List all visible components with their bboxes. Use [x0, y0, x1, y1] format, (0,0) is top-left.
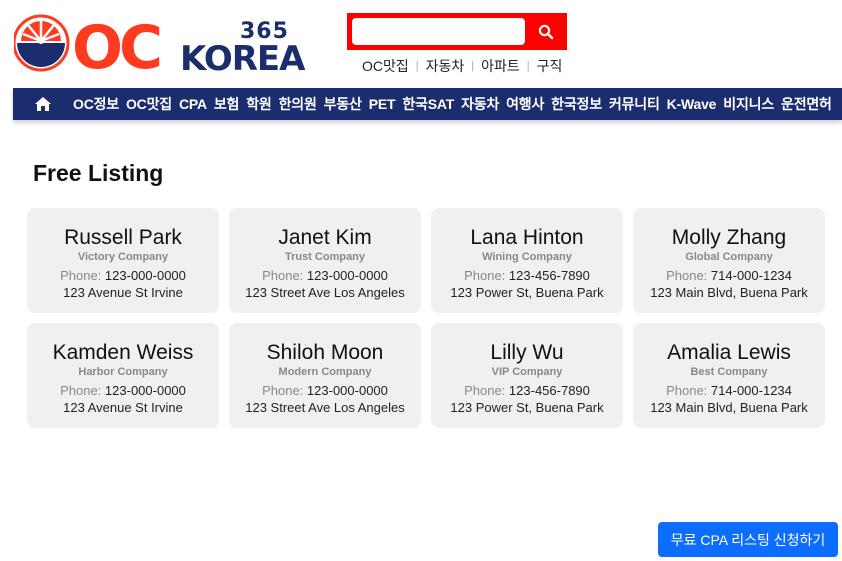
divider: | — [415, 60, 419, 72]
svg-text:KOREA: KOREA — [180, 39, 306, 74]
listing-address: 123 Main Blvd, Buena Park — [650, 285, 808, 300]
listing-name: Lilly Wu — [490, 341, 564, 364]
page: OC 365 KOREA OC맛집 | 자동차 | 아파트 | 구직 OC정보 … — [0, 0, 842, 561]
listing-card[interactable]: Shiloh Moon Modern Company Phone: 123-00… — [229, 323, 421, 428]
listing-phone: Phone: 123-456-7890 — [464, 382, 590, 399]
phone-number: 123-000-0000 — [104, 268, 186, 283]
nav-item-pet[interactable]: PET — [369, 96, 396, 112]
listing-name: Russell Park — [64, 226, 182, 249]
quick-link-jobs[interactable]: 구직 — [537, 56, 563, 76]
listing-company: Trust Company — [284, 251, 366, 263]
listing-name: Molly Zhang — [671, 226, 787, 249]
listing-card[interactable]: Russell Park Victory Company Phone: 123-… — [27, 208, 219, 313]
listing-phone: Phone: 714-000-1234 — [666, 267, 792, 284]
listing-address: 123 Street Ave Los Angeles — [245, 400, 405, 415]
phone-label: Phone: — [60, 268, 102, 283]
listing-company: Wining Company — [482, 251, 572, 263]
nav-item-oc-matjip[interactable]: OC맛집 — [126, 94, 172, 114]
listing-card[interactable]: Amalia Lewis Best Company Phone: 714-000… — [633, 323, 825, 428]
listing-phone: Phone: 123-000-0000 — [60, 382, 186, 399]
nav-item-academy[interactable]: 학원 — [246, 94, 272, 114]
divider: | — [526, 60, 530, 72]
phone-number: 123-000-0000 — [306, 383, 388, 398]
listing-card[interactable]: Kamden Weiss Harbor Company Phone: 123-0… — [27, 323, 219, 428]
listing-company: Modern Company — [278, 366, 372, 378]
listing-address: 123 Power St, Buena Park — [450, 400, 604, 415]
free-cpa-listing-request-button[interactable]: 무료 CPA 리스팅 신청하기 — [658, 522, 838, 557]
listing-company: Global Company — [685, 251, 773, 263]
divider: | — [471, 60, 475, 72]
phone-number: 123-456-7890 — [508, 268, 590, 283]
phone-number: 714-000-1234 — [710, 268, 792, 283]
phone-label: Phone: — [262, 268, 304, 283]
nav-item-real-estate[interactable]: 부동산 — [324, 94, 362, 114]
listing-card[interactable]: Lilly Wu VIP Company Phone: 123-456-7890… — [431, 323, 623, 428]
phone-label: Phone: — [60, 383, 102, 398]
phone-number: 123-456-7890 — [508, 383, 590, 398]
listing-address: 123 Avenue St Irvine — [63, 285, 183, 300]
nav-item-korea-sat[interactable]: 한국SAT — [402, 94, 454, 114]
search-button[interactable] — [525, 13, 567, 50]
quick-link-apartment[interactable]: 아파트 — [481, 56, 520, 76]
phone-label: Phone: — [666, 268, 708, 283]
phone-number: 123-000-0000 — [104, 383, 186, 398]
nav-item-community[interactable]: 커뮤니티 — [609, 94, 660, 114]
listing-name: Lana Hinton — [470, 226, 584, 249]
nav-item-oc-info[interactable]: OC정보 — [73, 94, 119, 114]
nav-item-korea-info[interactable]: 한국정보 — [551, 94, 602, 114]
nav-home-button[interactable] — [13, 88, 73, 120]
quick-link-car[interactable]: 자동차 — [426, 56, 465, 76]
quick-links: OC맛집 | 자동차 | 아파트 | 구직 — [362, 56, 562, 76]
nav-item-oriental-medicine[interactable]: 한의원 — [279, 94, 317, 114]
listing-card[interactable]: Lana Hinton Wining Company Phone: 123-45… — [431, 208, 623, 313]
listing-address: 123 Power St, Buena Park — [450, 285, 604, 300]
listing-address: 123 Avenue St Irvine — [63, 400, 183, 415]
phone-label: Phone: — [262, 383, 304, 398]
phone-label: Phone: — [464, 268, 506, 283]
listing-company: VIP Company — [491, 366, 563, 378]
phone-number: 714-000-1234 — [710, 383, 792, 398]
nav-item-driving-license[interactable]: 운전면허 — [781, 94, 832, 114]
listing-phone: Phone: 714-000-1234 — [666, 382, 792, 399]
oc-korea-logo[interactable]: OC 365 KOREA — [12, 12, 326, 83]
listing-address: 123 Main Blvd, Buena Park — [650, 400, 808, 415]
listing-card[interactable]: Molly Zhang Global Company Phone: 714-00… — [633, 208, 825, 313]
nav-item-k-wave[interactable]: K-Wave — [667, 96, 717, 112]
listing-phone: Phone: 123-456-7890 — [464, 267, 590, 284]
home-icon — [35, 97, 51, 111]
quick-link-matjip[interactable]: OC맛집 — [362, 56, 409, 76]
nav-item-car[interactable]: 자동차 — [461, 94, 499, 114]
listing-phone: Phone: 123-000-0000 — [60, 267, 186, 284]
listing-phone: Phone: 123-000-0000 — [262, 267, 388, 284]
listing-name: Kamden Weiss — [52, 341, 194, 364]
listing-phone: Phone: 123-000-0000 — [262, 382, 388, 399]
phone-number: 123-000-0000 — [306, 268, 388, 283]
listing-company: Best Company — [690, 366, 768, 378]
nav-item-insurance[interactable]: 보험 — [214, 94, 240, 114]
phone-label: Phone: — [464, 383, 506, 398]
listing-grid: Russell Park Victory Company Phone: 123-… — [27, 208, 827, 428]
main-nav: OC정보 OC맛집 CPA 보험 학원 한의원 부동산 PET 한국SAT 자동… — [13, 88, 842, 120]
listing-name: Amalia Lewis — [667, 341, 791, 364]
nav-item-business[interactable]: 비지니스 — [723, 94, 774, 114]
search-icon — [538, 24, 554, 39]
nav-item-travel[interactable]: 여행사 — [506, 94, 544, 114]
listing-name: Janet Kim — [278, 226, 372, 249]
page-title: Free Listing — [33, 160, 164, 186]
svg-text:OC: OC — [72, 13, 160, 74]
phone-label: Phone: — [666, 383, 708, 398]
listing-card[interactable]: Janet Kim Trust Company Phone: 123-000-0… — [229, 208, 421, 313]
search-input[interactable] — [352, 18, 525, 45]
search-bar — [347, 13, 567, 50]
listing-address: 123 Street Ave Los Angeles — [245, 285, 405, 300]
listing-name: Shiloh Moon — [266, 341, 384, 364]
listing-company: Harbor Company — [78, 366, 168, 378]
listing-company: Victory Company — [77, 251, 169, 263]
nav-item-cpa[interactable]: CPA — [179, 96, 207, 112]
orange-emblem-icon — [12, 14, 70, 72]
